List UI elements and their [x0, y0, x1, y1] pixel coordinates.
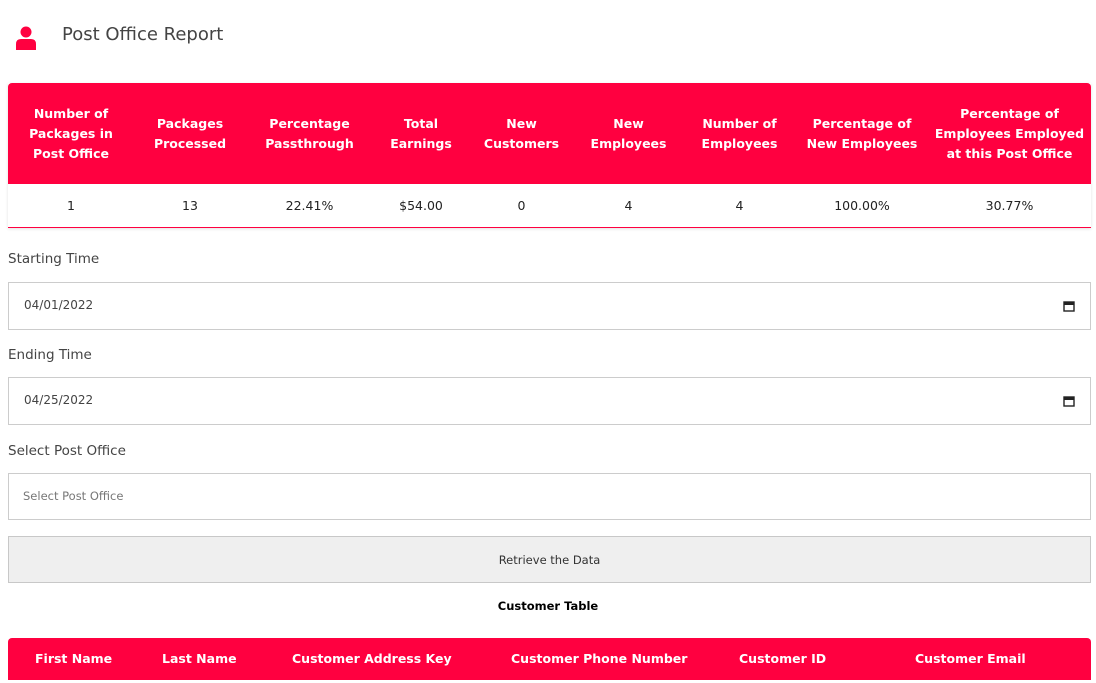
post-office-placeholder: Select Post Office	[23, 489, 124, 503]
calendar-icon[interactable]	[1063, 395, 1075, 407]
cell-percentage-passthrough: 22.41%	[246, 184, 373, 228]
cell-percentage-new-employees: 100.00%	[796, 184, 928, 228]
column-header-percentage-employed-here: Percentage of Employees Employed at this…	[928, 83, 1091, 184]
cell-percentage-employed-here: 30.77%	[928, 184, 1091, 228]
page-header: Post Office Report	[0, 0, 1096, 75]
column-header-percentage-passthrough: Percentage Passthrough	[246, 83, 373, 184]
ending-time-input[interactable]: 04/25/2022	[8, 377, 1091, 425]
ending-time-label: Ending Time	[8, 347, 92, 363]
starting-time-input[interactable]: 04/01/2022	[8, 282, 1091, 330]
column-header-percentage-new-employees: Percentage of New Employees	[796, 83, 928, 184]
column-header-customer-email[interactable]: Customer Email	[915, 651, 1026, 666]
column-header-packages-in-office: Number of Packages in Post Office	[8, 83, 134, 184]
user-icon	[16, 26, 36, 50]
column-header-new-employees: New Employees	[574, 83, 683, 184]
column-header-new-customers: New Customers	[469, 83, 574, 184]
column-header-last-name[interactable]: Last Name	[162, 651, 237, 666]
column-header-phone-number[interactable]: Customer Phone Number	[511, 651, 687, 666]
column-header-packages-processed: Packages Processed	[134, 83, 246, 184]
table-row: 1 13 22.41% $54.00 0 4 4 100.00% 30.77%	[8, 184, 1091, 228]
report-header-row: Number of Packages in Post Office Packag…	[8, 83, 1091, 184]
cell-packages-processed: 13	[134, 184, 246, 228]
post-office-select[interactable]: Select Post Office	[8, 473, 1091, 520]
column-header-number-of-employees: Number of Employees	[683, 83, 796, 184]
cell-new-employees: 4	[574, 184, 683, 228]
starting-time-label: Starting Time	[8, 251, 100, 267]
cell-number-of-employees: 4	[683, 184, 796, 228]
cell-packages-in-office: 1	[8, 184, 134, 228]
ending-time-value: 04/25/2022	[24, 393, 94, 407]
select-post-office-label: Select Post Office	[8, 443, 126, 459]
cell-total-earnings: $54.00	[373, 184, 469, 228]
calendar-icon[interactable]	[1063, 300, 1075, 312]
column-header-total-earnings: Total Earnings	[373, 83, 469, 184]
retrieve-data-button[interactable]: Retrieve the Data	[8, 536, 1091, 583]
cell-new-customers: 0	[469, 184, 574, 228]
column-header-address-key[interactable]: Customer Address Key	[292, 651, 452, 666]
customer-table-title: Customer Table	[497, 599, 599, 613]
starting-time-value: 04/01/2022	[24, 298, 94, 312]
column-header-customer-id[interactable]: Customer ID	[739, 651, 826, 666]
page-title: Post Office Report	[62, 24, 224, 45]
column-header-first-name[interactable]: First Name	[35, 651, 112, 666]
report-summary-table: Number of Packages in Post Office Packag…	[8, 83, 1091, 228]
customer-table-header: First Name Last Name Customer Address Ke…	[8, 638, 1091, 680]
